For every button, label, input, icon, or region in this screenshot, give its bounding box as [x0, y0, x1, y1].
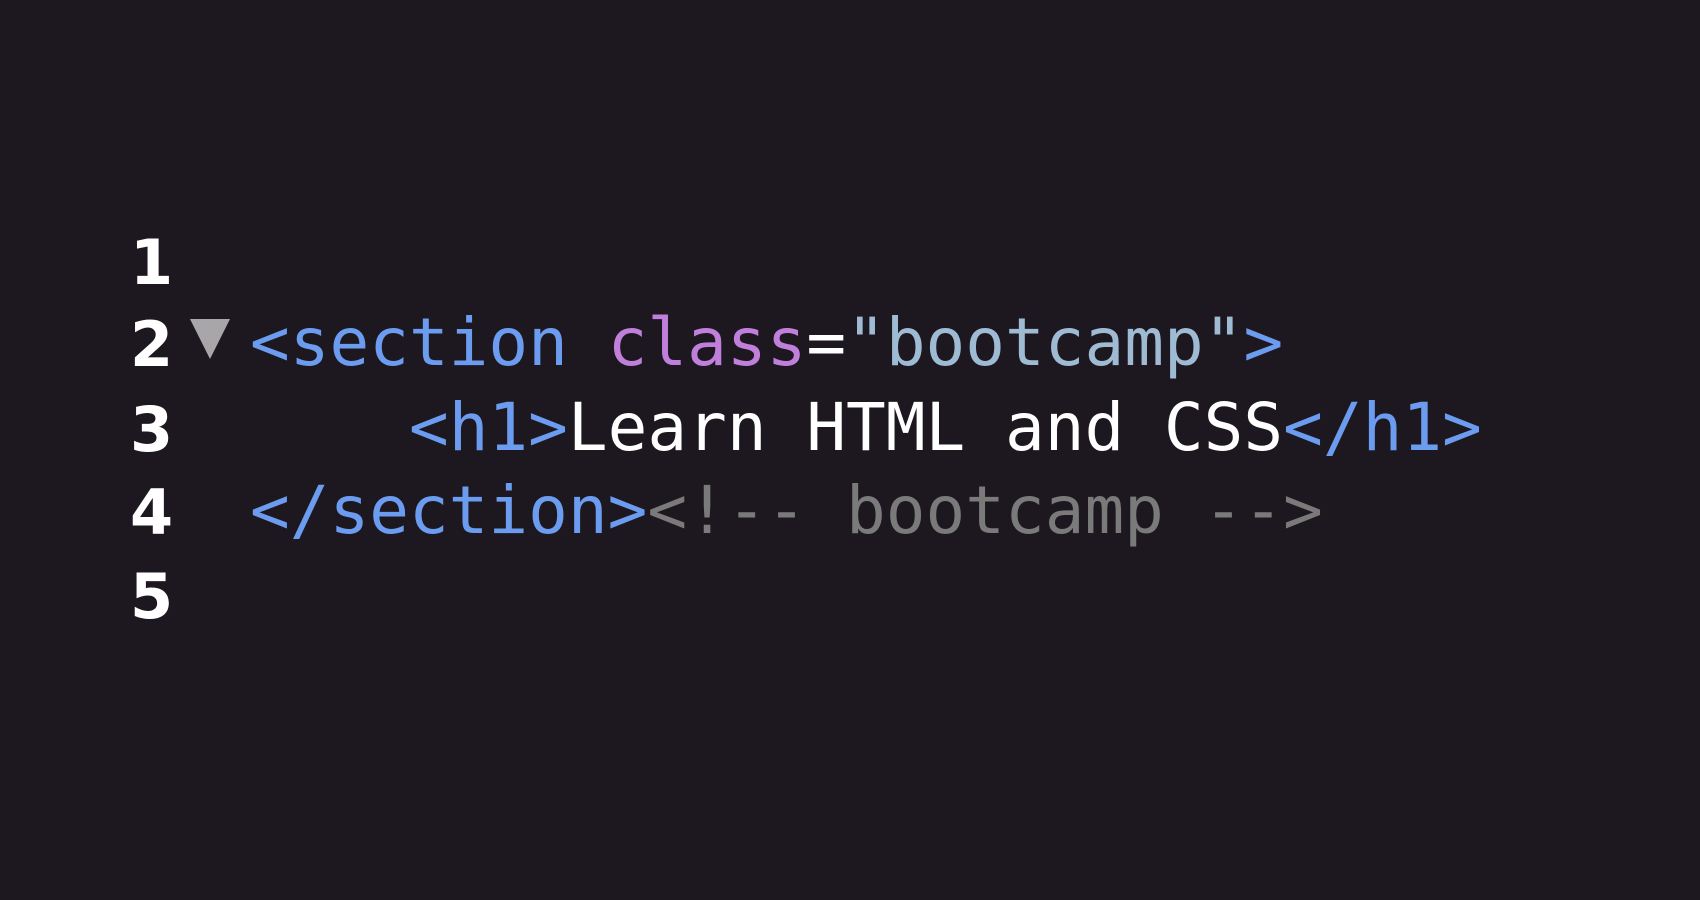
code-line-3[interactable]: 3 <h1>Learn HTML and CSS</h1>	[0, 385, 1700, 475]
line-number: 1	[130, 226, 174, 299]
equals-token: =	[806, 304, 847, 381]
code-line-5[interactable]: 5	[0, 552, 1700, 642]
attribute-value-token: "bootcamp"	[846, 304, 1244, 381]
line-number: 4	[130, 476, 174, 549]
line-number: 5	[130, 560, 174, 633]
close-bracket-token: >	[1243, 304, 1284, 381]
code-content[interactable]: <section class="bootcamp">	[250, 308, 1283, 378]
text-content-token: Learn HTML and CSS	[567, 389, 1284, 466]
attribute-name-token: class	[607, 304, 807, 381]
comment-token: <!-- bootcamp -->	[647, 472, 1323, 549]
open-tag-token: <section	[250, 304, 568, 381]
open-tag-token: <h1>	[408, 389, 568, 466]
line-number: 3	[130, 393, 174, 466]
line-number: 2	[130, 308, 174, 381]
code-line-4[interactable]: 4 </section><!-- bootcamp -->	[0, 468, 1700, 558]
code-editor[interactable]: 1 2 <section class="bootcamp"> 3 <h1>Lea…	[0, 0, 1700, 900]
code-line-2[interactable]: 2 <section class="bootcamp">	[0, 300, 1700, 390]
indent-token	[250, 389, 409, 466]
code-content[interactable]: <h1>Learn HTML and CSS</h1>	[250, 393, 1482, 463]
close-tag-token: </h1>	[1283, 389, 1482, 466]
close-tag-token: </section>	[250, 472, 648, 549]
code-line-1[interactable]: 1	[0, 218, 1700, 308]
code-content[interactable]: </section><!-- bootcamp -->	[250, 476, 1323, 546]
fold-triangle-down-icon[interactable]	[190, 319, 230, 359]
